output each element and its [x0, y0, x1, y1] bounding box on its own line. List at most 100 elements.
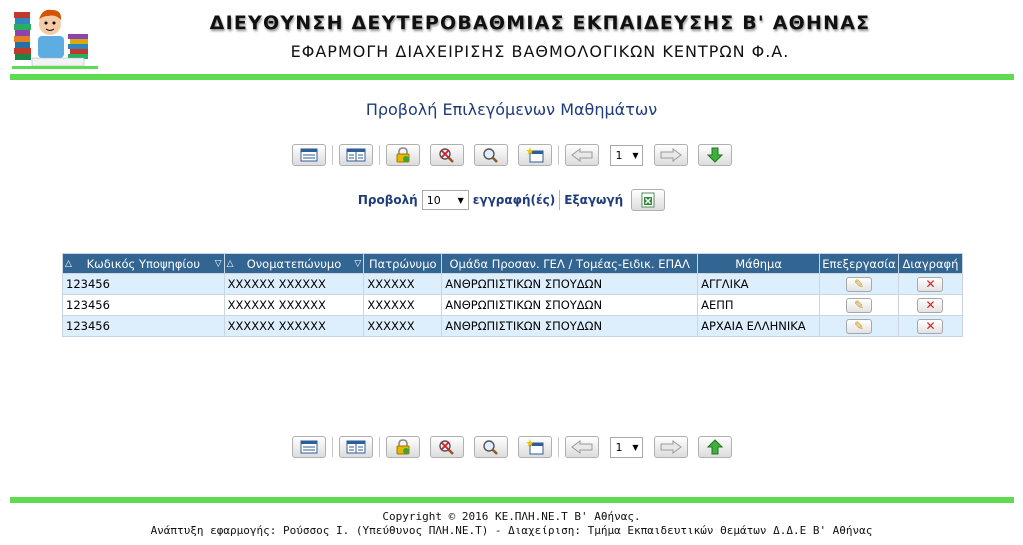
page-header: ΔΙΕΥΘΥΝΣΗ ΔΕΥΤΕΡΟΒΑΘΜΙΑΣ ΕΚΠΑΙΔΕΥΣΗΣ Β' …	[0, 0, 1023, 76]
delete-button[interactable]: ✕	[917, 276, 944, 292]
search-button[interactable]	[473, 436, 508, 458]
table-header-row: △ Κωδικός Υποψηφίου ▽ △ Ονοματεπώνυμο ▽ Πατρ…	[62, 253, 964, 274]
cell-code: 123456	[62, 273, 225, 295]
search-icon	[482, 148, 498, 163]
records-per-page-select[interactable]: 10 ▼	[421, 190, 469, 210]
list-view-button[interactable]	[291, 436, 326, 458]
column-header-delete: Διαγραφή	[897, 253, 964, 274]
column-header-edit: Επεξεργασία	[819, 253, 899, 274]
table-row: 123456 XXXXXX XXXXXX XXXXXX ΑΝΘΡΩΠΙΣΤΙΚΩ…	[62, 315, 964, 337]
cell-course: ΑΕΠΠ	[697, 294, 820, 316]
cell-code: 123456	[62, 315, 225, 337]
cell-name: XXXXXX XXXXXX	[223, 273, 365, 295]
prev-page-button[interactable]	[564, 436, 599, 458]
columns-button[interactable]	[338, 436, 373, 458]
edit-button[interactable]: ✎	[845, 276, 872, 292]
edit-button[interactable]: ✎	[845, 297, 872, 313]
cell-father: XXXXXX	[363, 294, 443, 316]
export-label: Εξαγωγή	[564, 193, 624, 207]
search-button[interactable]	[473, 144, 508, 166]
table-row: 123456 XXXXXX XXXXXX XXXXXX ΑΝΘΡΩΠΙΣΤΙΚΩ…	[62, 273, 964, 295]
next-page-button[interactable]	[653, 144, 688, 166]
clear-search-button[interactable]	[429, 144, 464, 166]
courses-table: △ Κωδικός Υποψηφίου ▽ △ Ονοματεπώνυμο ▽ Πατρ…	[62, 253, 964, 337]
column-header-father: Πατρώνυμο	[363, 253, 443, 274]
cell-course: ΑΡΧΑΙΑ ΕΛΛΗΝΙΚΑ	[697, 315, 820, 337]
prev-page-button[interactable]	[564, 144, 599, 166]
columns-icon	[346, 148, 365, 162]
new-record-button[interactable]	[517, 144, 552, 166]
toolbar-separator	[331, 437, 333, 457]
down-arrow-icon	[706, 147, 723, 163]
cell-group: ΑΝΘΡΩΠΙΣΤΙΚΩΝ ΣΠΟΥΔΩΝ	[441, 273, 699, 295]
cell-name: XXXXXX XXXXXX	[223, 294, 365, 316]
cell-group: ΑΝΘΡΩΠΙΣΤΙΚΩΝ ΣΠΟΥΔΩΝ	[441, 315, 699, 337]
go-bottom-button[interactable]	[697, 144, 732, 166]
next-page-button[interactable]	[653, 436, 688, 458]
clear-search-icon	[438, 148, 454, 163]
records-view-bar: Προβολή 10 ▼ εγγραφή(ές) Εξαγωγή	[0, 189, 1023, 211]
view-label: Προβολή	[357, 193, 418, 207]
next-page-icon	[660, 440, 682, 454]
lock-icon	[396, 147, 409, 163]
toolbar-separator	[557, 145, 559, 165]
footer-copyright: Copyright © 2016 ΚΕ.ΠΛΗ.ΝΕ.Τ Β' Αθήνας.	[382, 510, 641, 523]
delete-x-icon: ✕	[925, 276, 936, 291]
sort-asc-icon[interactable]: △	[65, 259, 72, 269]
new-record-icon	[525, 147, 543, 163]
toolbar-separator	[557, 437, 559, 457]
sort-asc-icon[interactable]: △	[227, 259, 234, 269]
new-record-icon	[525, 439, 543, 455]
page-select[interactable]: 1 ▼	[609, 144, 643, 166]
table-row: 123456 XXXXXX XXXXXX XXXXXX ΑΝΘΡΩΠΙΣΤΙΚΩ…	[62, 294, 964, 316]
clear-search-button[interactable]	[429, 436, 464, 458]
page-select[interactable]: 1 ▼	[609, 436, 643, 458]
clear-search-icon	[438, 440, 454, 455]
prev-page-icon	[570, 148, 592, 162]
records-label: εγγραφή(ές)	[472, 193, 556, 207]
view-separator	[559, 190, 561, 210]
cell-father: XXXXXX	[363, 273, 443, 295]
column-header-code[interactable]: △ Κωδικός Υποψηφίου ▽	[62, 253, 225, 274]
up-arrow-icon	[706, 439, 723, 455]
toolbar-separator	[331, 145, 333, 165]
cell-edit: ✎	[819, 315, 899, 337]
list-view-button[interactable]	[291, 144, 326, 166]
column-header-name[interactable]: △ Ονοματεπώνυμο ▽	[223, 253, 365, 274]
delete-x-icon: ✕	[925, 318, 936, 333]
excel-export-icon	[641, 192, 655, 208]
top-toolbar: 1 ▼	[0, 144, 1023, 166]
lock-icon	[396, 439, 409, 455]
header-title: ΔΙΕΥΘΥΝΣΗ ΔΕΥΤΕΡΟΒΑΘΜΙΑΣ ΕΚΠΑΙΔΕΥΣΗΣ Β' …	[209, 12, 871, 34]
cell-father: XXXXXX	[363, 315, 443, 337]
top-divider	[10, 74, 1014, 80]
cell-edit: ✎	[819, 273, 899, 295]
new-record-button[interactable]	[517, 436, 552, 458]
pencil-icon: ✎	[853, 276, 865, 291]
next-page-icon	[660, 148, 682, 162]
go-top-button[interactable]	[697, 436, 732, 458]
columns-icon	[346, 440, 365, 454]
delete-button[interactable]: ✕	[917, 318, 944, 334]
column-header-group: Ομάδα Προσαν. ΓΕΛ / Τομέας-Ειδικ. ΕΠΑΛ	[441, 253, 699, 274]
cell-edit: ✎	[819, 294, 899, 316]
sort-desc-icon[interactable]: ▽	[215, 259, 222, 269]
list-icon	[300, 440, 317, 454]
columns-button[interactable]	[338, 144, 373, 166]
footer-credits: Ανάπτυξη εφαρμογής: Ρούσσος Ι. (Υπεύθυνο…	[150, 524, 873, 537]
cell-delete: ✕	[897, 294, 964, 316]
delete-button[interactable]: ✕	[917, 297, 944, 313]
page-select-value: 1	[615, 148, 623, 162]
lock-button[interactable]	[385, 436, 420, 458]
page-title: Προβολή Επιλεγόμενων Μαθημάτων	[365, 100, 658, 119]
edit-button[interactable]: ✎	[845, 318, 872, 334]
header-subtitle: ΕΦΑΡΜΟΓΗ ΔΙΑΧΕΙΡΙΣΗΣ ΒΑΘΜΟΛΟΓΙΚΩΝ ΚΕΝΤΡΩ…	[290, 42, 790, 61]
cell-delete: ✕	[897, 315, 964, 337]
sort-desc-icon[interactable]: ▽	[354, 259, 361, 269]
pencil-icon: ✎	[853, 318, 865, 333]
bottom-toolbar: 1 ▼	[0, 436, 1023, 458]
cell-delete: ✕	[897, 273, 964, 295]
export-excel-button[interactable]	[631, 189, 666, 211]
prev-page-icon	[570, 440, 592, 454]
lock-button[interactable]	[385, 144, 420, 166]
